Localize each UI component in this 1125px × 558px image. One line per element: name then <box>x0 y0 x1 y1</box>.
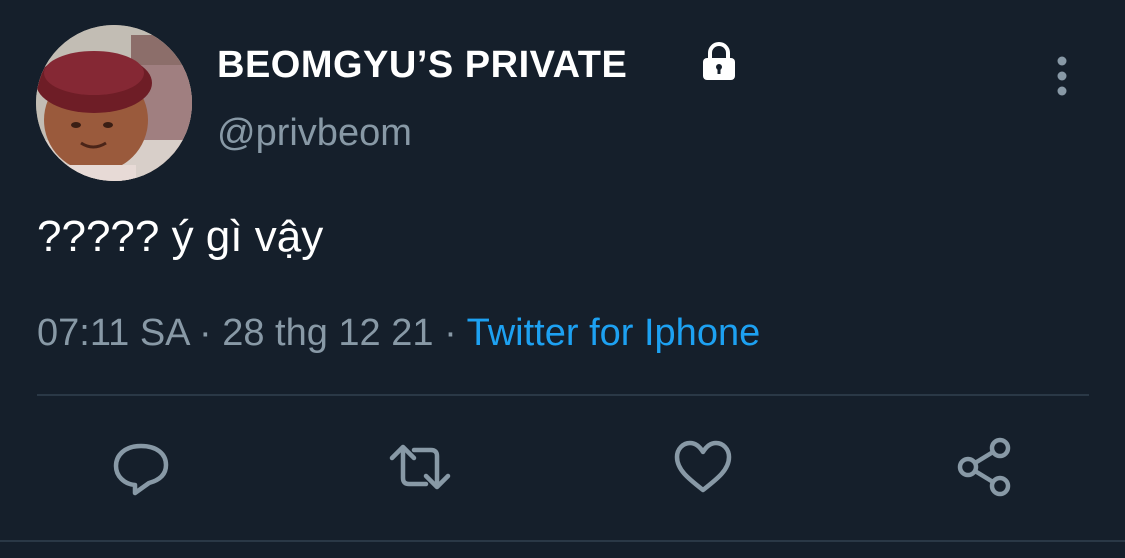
meta-separator: · <box>444 312 457 354</box>
tweet-detail: BEOMGYU’S PRIVATE @privbeom ????? ý gì v… <box>0 0 1125 558</box>
reply-button[interactable] <box>107 434 175 500</box>
heart-icon <box>674 440 732 493</box>
tweet-meta: 07:11 SA · 28 thg 12 21 · Twitter for Ip… <box>37 312 760 355</box>
retweet-button[interactable] <box>386 434 454 500</box>
bottom-divider <box>0 540 1125 542</box>
share-button[interactable] <box>950 434 1018 500</box>
lock-icon <box>697 40 741 84</box>
tweet-text: ????? ý gì vậy <box>37 212 324 261</box>
reply-icon <box>113 443 169 496</box>
avatar[interactable] <box>36 25 192 181</box>
retweet-icon <box>389 444 451 490</box>
meta-separator: · <box>199 312 212 354</box>
tweet-date: 28 thg 12 21 <box>222 312 434 354</box>
share-icon <box>957 437 1011 497</box>
display-name[interactable]: BEOMGYU’S PRIVATE <box>217 44 627 87</box>
user-handle[interactable]: @privbeom <box>217 112 412 155</box>
like-button[interactable] <box>669 434 737 500</box>
tweet-time: 07:11 SA <box>37 312 189 354</box>
tweet-source-link[interactable]: Twitter for Iphone <box>467 312 761 354</box>
more-options-icon[interactable] <box>1046 55 1078 97</box>
divider <box>37 394 1089 396</box>
